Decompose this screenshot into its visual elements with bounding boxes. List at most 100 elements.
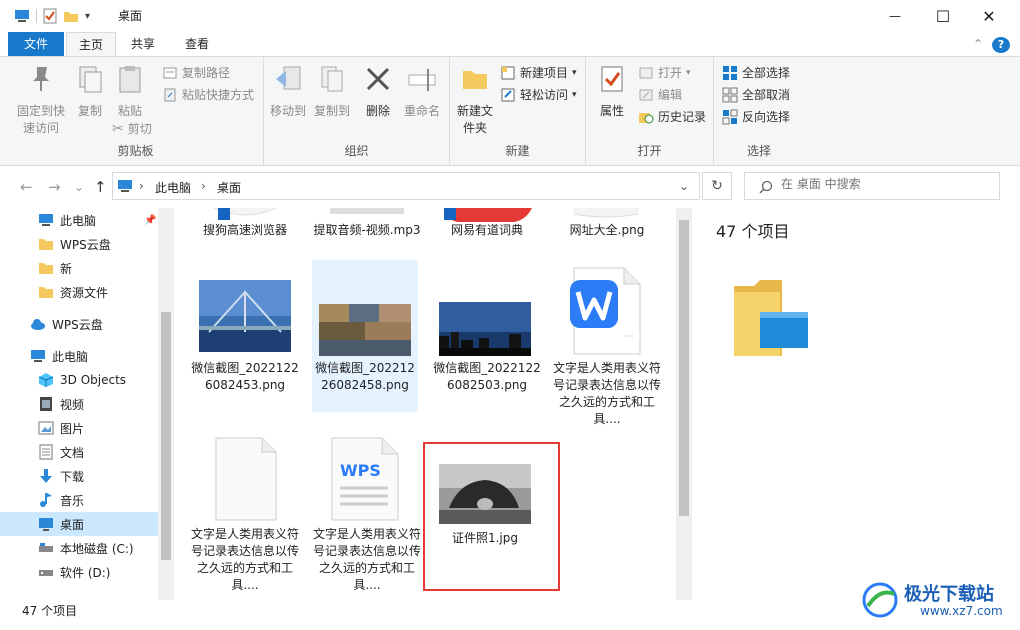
customize-toolbar-chevron-icon[interactable]: ▾ <box>85 11 90 22</box>
file-item-text-doc-2[interactable]: 文字是人类用表义符号记录表达信息以传之久远的方式和工具.... <box>190 434 300 600</box>
file-item-sogou-browser[interactable]: 搜狗高速浏览器 <box>190 208 300 262</box>
address-dropdown-icon[interactable]: ⌄ <box>679 179 689 193</box>
nav-scrollbar-thumb[interactable] <box>161 312 171 560</box>
collapse-ribbon-icon[interactable]: ⌃ <box>968 32 988 56</box>
nav-item-pictures[interactable]: 图片 <box>38 416 158 440</box>
easy-access-button[interactable]: 轻松访问 ▾ <box>500 85 577 105</box>
refresh-button[interactable]: ↻ <box>702 172 732 200</box>
nav-item-new-folder[interactable]: 新 <box>38 256 158 280</box>
nav-item-downloads[interactable]: 下载 <box>38 464 158 488</box>
search-icon <box>759 180 773 194</box>
open-button[interactable]: 打开 ▾ <box>638 63 691 83</box>
invert-selection-button[interactable]: 反向选择 <box>722 107 790 127</box>
dropdown-arrow-icon: ▾ <box>572 90 577 100</box>
close-button[interactable]: ✕ <box>966 0 1012 32</box>
breadcrumb-separator-icon: › <box>201 179 206 193</box>
file-item-wechat-screenshot-2[interactable]: 微信截图_20221226082458.png <box>312 260 418 412</box>
folder-icon <box>39 287 53 298</box>
maximize-button[interactable]: ☐ <box>920 0 966 32</box>
breadcrumb-desktop[interactable]: 桌面 <box>217 179 241 196</box>
new-folder-button[interactable]: 新建文件夹 <box>454 63 496 137</box>
new-folder-icon[interactable] <box>63 9 79 23</box>
highlight-box <box>423 442 560 591</box>
history-button[interactable]: 历史记录 <box>638 107 706 127</box>
select-none-button[interactable]: 全部取消 <box>722 85 790 105</box>
search-input[interactable] <box>781 177 981 191</box>
tab-view[interactable]: 查看 <box>174 32 220 56</box>
nav-item-resources-folder[interactable]: 资源文件 <box>38 280 158 304</box>
edit-icon <box>639 89 653 101</box>
recent-locations-button[interactable]: ⌄ <box>74 180 84 194</box>
dropdown-arrow-icon: ▾ <box>686 68 691 78</box>
cloud-icon <box>31 319 45 330</box>
breadcrumb-this-pc[interactable]: 此电脑 <box>155 179 191 196</box>
file-item-youdao-dict[interactable]: 网易有道词典 <box>432 208 542 262</box>
file-item-wechat-screenshot-1[interactable]: 微信截图_20221226082453.png <box>190 260 300 412</box>
forward-button[interactable]: → <box>48 178 61 196</box>
paste-shortcut-icon <box>164 88 176 102</box>
paste-shortcut-button[interactable]: 粘贴快捷方式 <box>162 85 254 105</box>
edit-button[interactable]: 编辑 <box>638 85 682 105</box>
copy-icon <box>79 66 102 93</box>
select-all-icon <box>723 66 737 80</box>
video-icon <box>40 397 52 411</box>
picture-icon <box>38 421 54 435</box>
file-item-wechat-screenshot-3[interactable]: 微信截图_20221226082503.png <box>432 260 542 412</box>
organize-group-label: 组织 <box>344 144 369 158</box>
tab-home[interactable]: 主页 <box>66 32 116 56</box>
folder-icon <box>463 71 487 89</box>
pin-quick-access-button[interactable]: 固定到快速访问 <box>12 63 70 137</box>
back-button[interactable]: ← <box>20 178 33 196</box>
document-icon <box>39 444 53 460</box>
pin-icon: 📌 <box>144 214 157 226</box>
new-item-icon <box>501 66 515 80</box>
organize-group: 移动到 复制到 删除 重命名 组织 <box>264 57 450 165</box>
cut-button[interactable]: ✂ 剪切 <box>112 119 152 139</box>
nav-item-this-pc[interactable]: 此电脑 <box>30 344 158 368</box>
help-icon[interactable]: ? <box>992 37 1010 53</box>
clipboard-group: 固定到快速访问 复制 粘贴 复制路径 粘贴快捷方式 ✂ 剪切 剪贴板 <box>8 57 264 165</box>
tab-file[interactable]: 文件 <box>8 32 64 56</box>
nav-item-quick-this-pc[interactable]: 此电脑 📌 <box>38 208 158 232</box>
title-bar: ▾ 桌面 — ☐ ✕ <box>0 0 1020 32</box>
folder-icon <box>39 263 53 274</box>
file-list-scrollbar-thumb[interactable] <box>679 220 689 516</box>
paste-button[interactable]: 粘贴 <box>110 63 150 120</box>
nav-item-drive-c[interactable]: 本地磁盘 (C:) <box>38 536 158 560</box>
minimize-button[interactable]: — <box>872 0 918 32</box>
nav-item-drive-d[interactable]: 软件 (D:) <box>38 560 158 584</box>
move-to-button[interactable]: 移动到 <box>266 63 310 120</box>
wps-document-icon: WPS <box>331 437 399 521</box>
properties-button[interactable]: 属性 <box>592 63 632 120</box>
properties-check-icon[interactable] <box>43 8 57 24</box>
nav-item-music[interactable]: 音乐 <box>38 488 158 512</box>
copy-button[interactable]: 复制 <box>70 63 110 120</box>
nav-item-3d-objects[interactable]: 3D Objects <box>38 368 158 392</box>
properties-icon <box>601 66 623 92</box>
watermark-url: www.xz7.com <box>920 604 1003 618</box>
nav-item-videos[interactable]: 视频 <box>38 392 158 416</box>
file-item-wps-doc-3[interactable]: WPS 文字是人类用表义符号记录表达信息以传之久远的方式和工具.... <box>312 434 422 600</box>
scissors-icon: ✂ <box>112 121 124 137</box>
file-item-wps-doc-1[interactable]: 文字是人类用表义符号记录表达信息以传之久远的方式和工具.... <box>552 260 662 426</box>
up-button[interactable]: ↑ <box>94 178 107 196</box>
nav-item-wps-folder[interactable]: WPS云盘 <box>38 232 158 256</box>
select-all-button[interactable]: 全部选择 <box>722 63 790 83</box>
move-to-icon <box>276 66 301 90</box>
file-item-audio-mp3[interactable]: 提取音频-视频.mp3 <box>312 208 422 262</box>
nav-item-wps-cloud[interactable]: WPS云盘 <box>30 312 158 336</box>
nav-item-desktop[interactable]: 桌面 <box>0 512 158 536</box>
copy-path-button[interactable]: 复制路径 <box>162 63 230 83</box>
search-box[interactable] <box>744 172 1000 200</box>
pc-icon <box>39 214 53 226</box>
copy-to-button[interactable]: 复制到 <box>310 63 354 120</box>
delete-button[interactable]: 删除 <box>360 63 396 120</box>
audio-file-icon <box>330 208 404 214</box>
address-bar[interactable]: › 此电脑 › 桌面 ⌄ <box>112 172 700 200</box>
rename-button[interactable]: 重命名 <box>400 63 444 120</box>
nav-item-documents[interactable]: 文档 <box>38 440 158 464</box>
file-item-web-list-png[interactable]: 网址大全.png <box>552 208 662 262</box>
clipboard-group-label: 剪贴板 <box>117 144 154 158</box>
new-item-button[interactable]: 新建项目 ▾ <box>500 63 577 83</box>
tab-share[interactable]: 共享 <box>120 32 166 56</box>
